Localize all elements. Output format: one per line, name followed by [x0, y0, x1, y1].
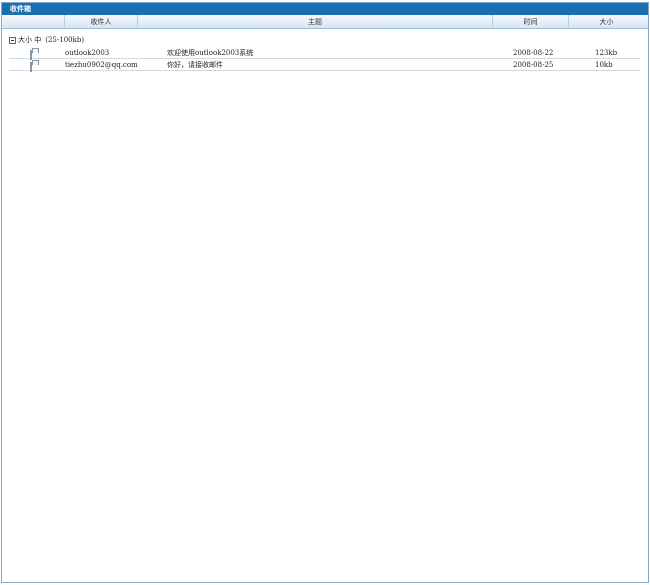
- column-header-size[interactable]: 大小: [568, 15, 644, 29]
- row-sender: tiezhu0902@qq.com: [65, 61, 138, 69]
- table-row[interactable]: outlook2003 欢迎使用outlook2003系统 2008-08-22…: [9, 47, 640, 60]
- row-size: 123kb: [595, 49, 618, 57]
- collapse-icon[interactable]: [9, 36, 16, 44]
- row-sender: outlook2003: [65, 49, 110, 57]
- column-header-subject[interactable]: 主题: [137, 15, 492, 29]
- column-header-recipient[interactable]: 收件人: [64, 15, 137, 29]
- row-subject: 你好，请接收邮件: [167, 61, 223, 69]
- envelope-icon: [30, 61, 40, 72]
- window-title: 收件箱: [2, 3, 648, 15]
- inbox-window: 收件箱 收件人 主题 时间 大小: [1, 2, 649, 583]
- row-date: 2008-08-25: [513, 61, 554, 69]
- group-header[interactable]: 大小 中 (25-100kb): [9, 35, 84, 45]
- envelope-icon: [30, 49, 40, 60]
- column-header-time[interactable]: 时间: [492, 15, 568, 29]
- row-size: 10kb: [595, 61, 613, 69]
- row-date: 2008-08-22: [513, 49, 554, 57]
- group-label: 大小 中: [18, 36, 42, 44]
- table-row[interactable]: tiezhu0902@qq.com 你好，请接收邮件 2008-08-25 10…: [9, 59, 640, 72]
- row-subject: 欢迎使用outlook2003系统: [167, 49, 254, 57]
- column-header-icon[interactable]: [2, 15, 64, 29]
- group-range: (25-100kb): [45, 36, 85, 44]
- column-header-bar: 收件人 主题 时间 大小: [2, 15, 648, 29]
